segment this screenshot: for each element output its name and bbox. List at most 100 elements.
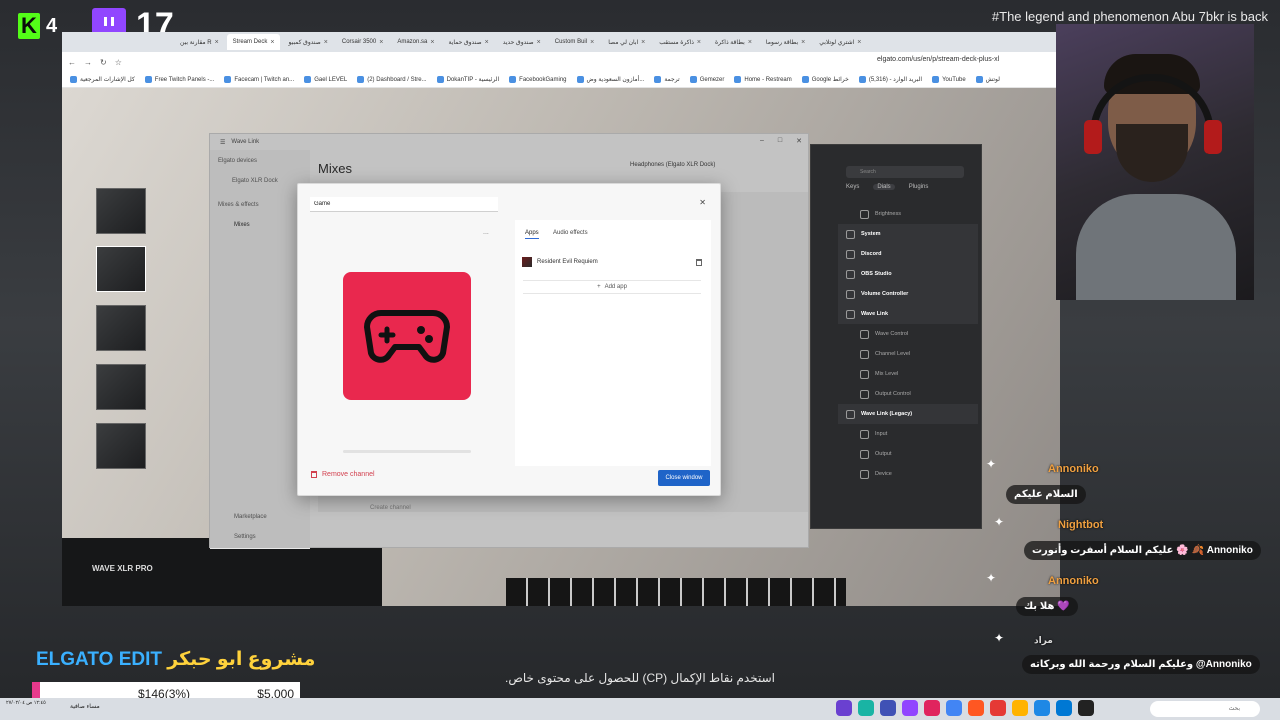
folder-icon[interactable]: [1012, 700, 1028, 716]
tab-close-icon[interactable]: ×: [801, 39, 805, 46]
bookmark-item[interactable]: Facecam | Twitch an...: [224, 76, 294, 83]
app-icon[interactable]: [858, 700, 874, 716]
remove-channel-button[interactable]: Remove channel: [311, 471, 375, 478]
taskbar-search[interactable]: بحث: [1150, 701, 1260, 717]
stream-deck-action[interactable]: Channel Level: [838, 344, 978, 364]
app-icon[interactable]: [880, 700, 896, 716]
browser-tab[interactable]: بطاقة رسوما ×: [760, 34, 811, 50]
tab-close-icon[interactable]: ×: [537, 39, 541, 46]
taskbar-clock[interactable]: ١٢:٤٥ ص ٢٧/٠٢/٠٤: [6, 700, 46, 707]
tab-close-icon[interactable]: ×: [324, 39, 328, 46]
browser-tab[interactable]: Stream Deck ×: [226, 34, 281, 50]
bookmark-icon: [224, 76, 232, 83]
bookmark-item[interactable]: ترجمة: [654, 76, 680, 83]
bookmark-star-icon[interactable]: ☆: [115, 58, 122, 67]
close-window-button[interactable]: Close window: [658, 470, 710, 486]
tab-plugins[interactable]: Plugins: [909, 184, 929, 190]
tab-close-icon[interactable]: ×: [270, 39, 274, 46]
bookmark-item[interactable]: Home - Restream: [734, 76, 792, 83]
stream-deck-action[interactable]: Wave Control: [838, 324, 978, 344]
url-field[interactable]: elgato.com/us/en/p/stream-deck-plus-xl: [877, 56, 999, 63]
stream-deck-action[interactable]: Output Control: [838, 384, 978, 404]
stream-deck-action[interactable]: Volume Controller: [838, 284, 978, 304]
dialog-close-icon[interactable]: ✕: [699, 198, 706, 207]
taskbar-weather[interactable]: مساء صافية: [70, 703, 100, 710]
stream-deck-action[interactable]: Wave Link: [838, 304, 978, 324]
browser-tab[interactable]: اشتري لوتلابي ×: [813, 34, 867, 50]
bookmark-item[interactable]: DokanTIP - الرئيسية: [436, 76, 499, 83]
stream-deck-action[interactable]: Mix Level: [838, 364, 978, 384]
add-app-button[interactable]: + Add app: [523, 280, 701, 294]
app-icon[interactable]: [924, 700, 940, 716]
stream-deck-action[interactable]: Wave Link (Legacy): [838, 404, 978, 424]
stream-deck-action[interactable]: Discord: [838, 244, 978, 264]
bookmark-item[interactable]: كل الإشارات المرجعية: [70, 76, 135, 83]
more-options-icon[interactable]: ...: [483, 229, 489, 236]
browser-tab[interactable]: ذاكرة مستقب ×: [653, 34, 707, 50]
browser-tab[interactable]: صندوق حديد ×: [497, 34, 547, 50]
browser-tab[interactable]: Amazon.sa ×: [391, 34, 440, 50]
icon-scrollbar[interactable]: [343, 450, 471, 453]
bookmark-item[interactable]: YouTube: [932, 76, 966, 83]
delete-app-icon[interactable]: [696, 258, 702, 266]
reload-icon[interactable]: ↻: [100, 58, 107, 67]
edge-icon[interactable]: [1056, 700, 1072, 716]
thumbnail-selected[interactable]: [96, 246, 146, 292]
bookmark-item[interactable]: Free Twitch Panels -...: [144, 76, 214, 83]
app-icon[interactable]: [1034, 700, 1050, 716]
tab-close-icon[interactable]: ×: [379, 39, 383, 46]
browser-tab[interactable]: صندوق كمبيو ×: [282, 34, 333, 50]
bookmark-icon: [70, 76, 77, 83]
tab-close-icon[interactable]: ×: [485, 39, 489, 46]
app-icon: [522, 257, 532, 267]
tab-close-icon[interactable]: ×: [430, 39, 434, 46]
channel-icon-tile[interactable]: [343, 272, 471, 400]
back-icon[interactable]: ←: [68, 58, 76, 67]
bookmark-item[interactable]: البريد الوارد - (5,316): [858, 76, 923, 83]
tab-close-icon[interactable]: ×: [590, 39, 594, 46]
thumbnail[interactable]: [96, 423, 146, 469]
tab-close-icon[interactable]: ×: [641, 39, 645, 46]
bookmark-item[interactable]: أمازون السعودية وض...: [576, 76, 644, 83]
stream-deck-action[interactable]: Input: [838, 424, 978, 444]
chrome-icon[interactable]: [946, 700, 962, 716]
bookmark-label: البريد الوارد - (5,316): [868, 77, 923, 83]
stream-deck-search-input[interactable]: Search: [846, 166, 964, 178]
tab-close-icon[interactable]: ×: [857, 39, 861, 46]
action-icon: [846, 289, 855, 299]
thumbnail[interactable]: [96, 188, 146, 234]
bookmark-item[interactable]: (2) Dashboard / Stre...: [357, 76, 427, 83]
tab-dials[interactable]: Dials: [873, 184, 895, 190]
tab-close-icon[interactable]: ×: [697, 39, 701, 46]
stream-deck-action[interactable]: Brightness: [838, 204, 978, 224]
browser-tab[interactable]: ابان لي مصا ×: [602, 34, 651, 50]
tab-audio-effects[interactable]: Audio effects: [553, 230, 588, 236]
tab-apps[interactable]: Apps: [525, 230, 539, 239]
tab-close-icon[interactable]: ×: [215, 39, 219, 46]
bookmark-item[interactable]: Google خرائط: [801, 76, 849, 83]
bookmark-item[interactable]: Gael LEVEL: [304, 76, 347, 83]
stream-deck-action[interactable]: OBS Studio: [838, 264, 978, 284]
browser-tab[interactable]: بطاقة ذاكرة ×: [709, 34, 758, 50]
tab-keys[interactable]: Keys: [846, 184, 859, 190]
app-icon[interactable]: [836, 700, 852, 716]
forward-icon[interactable]: →: [84, 58, 92, 67]
browser-tab[interactable]: صندوق حماية ×: [442, 34, 494, 50]
browser-tab[interactable]: مقارنة بين R ×: [174, 34, 225, 50]
bookmark-item[interactable]: لوتش: [975, 76, 1000, 83]
twitch-app-icon[interactable]: [902, 700, 918, 716]
thumbnail[interactable]: [96, 364, 146, 410]
browser-tab[interactable]: Corsair 3500 ×: [336, 34, 389, 50]
tab-close-icon[interactable]: ×: [748, 39, 752, 46]
stream-deck-action[interactable]: Output: [838, 444, 978, 464]
bookmark-item[interactable]: FacebookGaming: [509, 76, 567, 83]
bookmark-item[interactable]: Gemezer: [689, 76, 724, 83]
thumbnail[interactable]: [96, 305, 146, 351]
app-icon[interactable]: [990, 700, 1006, 716]
app-icon[interactable]: [968, 700, 984, 716]
stream-deck-action[interactable]: Device: [838, 464, 978, 484]
stream-deck-action[interactable]: System: [838, 224, 978, 244]
browser-tab[interactable]: Custom Buil ×: [549, 34, 600, 50]
channel-name-input[interactable]: [310, 197, 498, 212]
app-icon[interactable]: [1078, 700, 1094, 716]
